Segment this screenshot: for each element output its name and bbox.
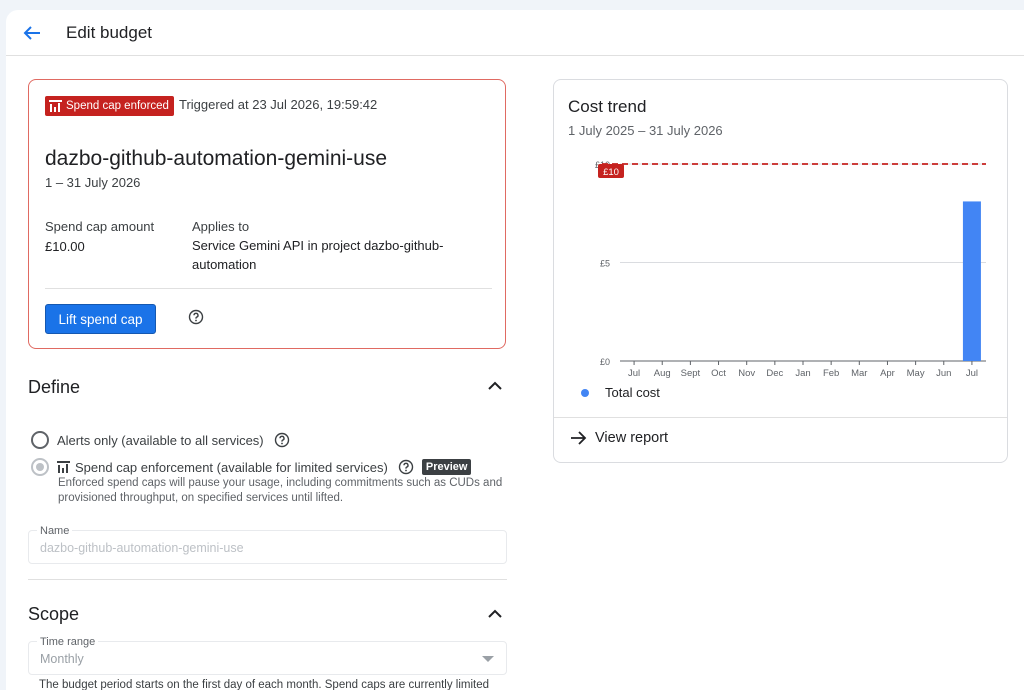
x-tick-label: Aug [654,368,671,379]
divider [28,579,507,580]
radio-enforcement-label: Spend cap enforcement (available for lim… [75,459,388,475]
app-shell: Edit budget Spend cap enforced Triggered… [6,10,1024,690]
y-tick-label: £5 [600,259,610,269]
badge-label: Spend cap enforced [66,100,169,112]
x-tick-label: Jul [628,368,640,379]
time-range-label: Time range [37,636,99,648]
chart-legend: Total cost [581,385,660,400]
define-section-title: Define [28,377,81,397]
lift-spend-cap-button[interactable]: Lift spend cap [45,304,156,334]
cost-trend-chart: £0 £5 £10 Jul Aug Sept Oct Nov Dec Jan Feb Mar Apr Ma… [595,160,986,379]
triggered-timestamp: Triggered at 23 Jul 2026, 19:59:42 [179,97,378,112]
applies-to-label: Applies to [192,219,250,234]
x-tick-label: Nov [738,368,755,379]
radio-alerts-label: Alerts only (available to all services) [57,432,264,448]
help-icon[interactable] [398,459,414,475]
divider [554,417,1007,418]
page-title: Edit budget [66,22,153,42]
view-report-label: View report [595,430,669,446]
chevron-up-icon[interactable] [486,605,504,623]
back-arrow-icon[interactable] [20,21,44,45]
budget-name: dazbo-github-automation-gemini-use [45,147,388,170]
x-tick-label: Oct [711,368,726,379]
spend-cap-card: Spend cap enforced Triggered at 23 Jul 2… [28,79,506,349]
name-field-value: dazbo-github-automation-gemini-use [40,541,244,555]
legend-label: Total cost [605,385,660,400]
arrow-right-icon [571,431,587,445]
name-field-label: Name [37,525,73,537]
bar-chart-icon [49,100,62,112]
x-tick-label: May [907,368,925,379]
enforcement-description: Enforced spend caps will pause your usag… [58,477,503,504]
time-range-value: Monthly [40,652,84,666]
x-tick-label: Jun [936,368,951,379]
help-icon[interactable] [274,432,290,448]
x-tick-label: Jan [795,368,810,379]
view-report-link[interactable]: View report [570,430,668,446]
budget-dates: 1 – 31 July 2026 [45,175,141,190]
cost-trend-card: Cost trend 1 July 2025 – 31 July 2026 £0… [553,79,1008,463]
x-tick-label: Mar [851,368,867,379]
x-tick-label: Dec [766,368,783,379]
budget-period-text: The budget period starts on the first da… [39,679,490,690]
divider [45,288,492,289]
spend-cap-badge: Spend cap enforced [45,96,174,116]
radio-spend-cap-enforcement[interactable]: Spend cap enforcement (available for lim… [31,458,472,476]
x-tick-label: Feb [823,368,839,379]
y-tick-label: £0 [600,357,610,367]
radio-button-selected[interactable] [31,458,49,476]
x-tick-label: Apr [880,368,895,379]
top-bar: Edit budget [6,10,1024,56]
radio-button[interactable] [31,431,49,449]
dropdown-arrow-icon[interactable] [482,656,494,662]
help-icon[interactable] [188,309,204,325]
time-range-select[interactable]: Time range Monthly [28,636,507,675]
legend-dot [581,388,589,397]
spend-cap-amount-label: Spend cap amount [45,219,155,234]
name-field[interactable]: Name dazbo-github-automation-gemini-use [28,525,507,564]
x-tick-label: Sept [681,368,701,379]
threshold-label: £10 [603,167,619,178]
x-tick-label: Jul [966,368,978,379]
preview-badge: Preview [421,459,472,475]
bar [962,201,981,361]
bar-chart-icon [57,461,70,473]
scope-section-title: Scope [28,604,80,624]
spend-cap-amount-value: £10.00 [45,239,85,254]
chevron-up-icon[interactable] [486,377,504,395]
radio-alerts-only[interactable]: Alerts only (available to all services) [31,431,290,449]
applies-to-value: Service Gemini API in project dazbo-gith… [192,238,444,272]
